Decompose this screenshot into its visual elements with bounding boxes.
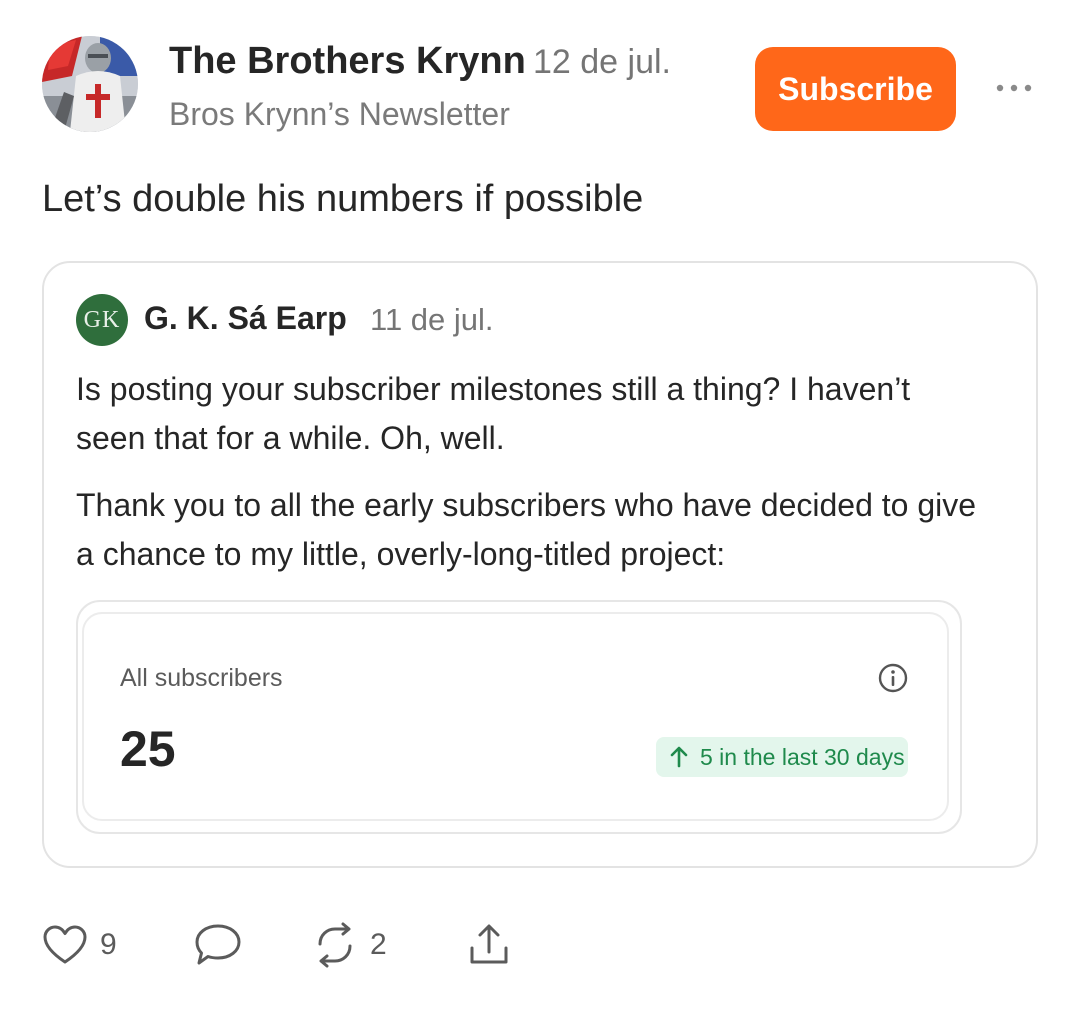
more-horizontal-icon xyxy=(996,84,1032,92)
stats-card xyxy=(82,612,949,821)
author-avatar[interactable] xyxy=(42,36,138,132)
quoted-date: 11 de jul. xyxy=(370,302,494,337)
knight-templar-avatar-icon xyxy=(42,36,138,132)
heart-icon xyxy=(43,925,87,964)
comment-icon xyxy=(195,924,241,965)
growth-badge: 5 in the last 30 days xyxy=(656,737,908,777)
growth-text: 5 in the last 30 days xyxy=(700,743,905,770)
post-date[interactable]: 12 de jul. xyxy=(533,43,671,82)
like-count: 9 xyxy=(100,928,117,961)
share-icon xyxy=(470,924,508,964)
share-button[interactable] xyxy=(466,920,512,970)
subscriber-count: 25 xyxy=(120,721,176,777)
quoted-paragraph: Is posting your subscriber milestones st… xyxy=(76,371,911,456)
info-icon xyxy=(878,663,908,693)
restack-icon xyxy=(318,922,352,968)
restack-count: 2 xyxy=(370,928,387,961)
like-button[interactable]: 9 xyxy=(42,920,117,970)
subscribe-button[interactable]: Subscribe xyxy=(755,47,956,131)
quoted-author-avatar[interactable]: GK xyxy=(76,294,128,346)
arrow-up-icon xyxy=(670,746,688,768)
more-options-button[interactable] xyxy=(994,76,1034,100)
quoted-paragraph: Thank you to all the early subscribers w… xyxy=(76,487,977,572)
note-post: The Brothers Krynn 12 de jul. Bros Krynn… xyxy=(0,0,1080,1011)
quoted-author-name[interactable]: G. K. Sá Earp xyxy=(144,300,347,337)
restack-button[interactable]: 2 xyxy=(312,920,387,970)
stats-label: All subscribers xyxy=(120,664,283,692)
author-name[interactable]: The Brothers Krynn xyxy=(169,40,526,83)
post-body: Let’s double his numbers if possible xyxy=(42,178,644,220)
comment-button[interactable] xyxy=(192,920,244,970)
publication-name[interactable]: Bros Krynn’s Newsletter xyxy=(169,96,510,133)
